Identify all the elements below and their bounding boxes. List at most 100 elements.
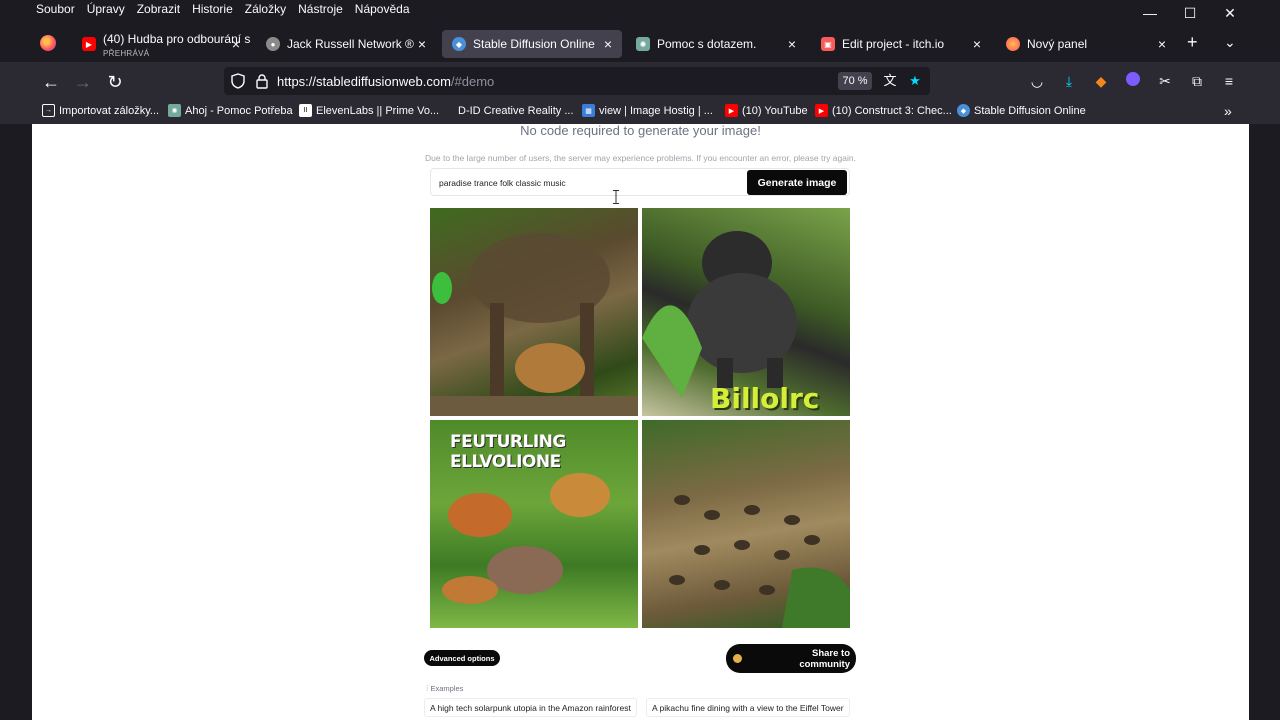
close-tab-icon[interactable]: × [784,36,800,52]
youtube-icon: ▶ [815,104,828,117]
image-2-text: Billolrc [710,382,820,415]
tab-playing-label: PŘEHRÁVÁ [103,49,150,58]
menu-file[interactable]: Soubor [36,2,75,16]
menu-help[interactable]: Nápověda [355,2,410,16]
prompt-input[interactable] [439,178,739,188]
tab-chatgpt[interactable]: ✺ Pomoc s dotazem. × [626,30,806,58]
share-label: Share to community [799,648,850,670]
tab-youtube-music[interactable]: ▶ (40) Hudba pro odbourání st PŘEHRÁVÁ × [72,30,250,58]
bookmark-label: (10) Construct 3: Chec... [832,104,952,117]
text-cursor-icon [613,190,619,204]
menu-edit[interactable]: Úpravy [87,2,125,16]
chatgpt-icon: ✺ [168,104,181,117]
close-window-button[interactable]: ✕ [1210,0,1250,26]
minimize-icon: — [1143,5,1157,21]
bookmark-image-host[interactable]: ▦ view | Image Hostig | ... [582,104,713,117]
bookmark-ahoj[interactable]: ✺ Ahoj - Pomoc Potřeba [168,104,293,117]
bookmark-did[interactable]: D-ID Creative Reality ... [441,104,574,117]
bookmark-import[interactable]: → Importovat záložky... [42,104,159,117]
menu-view[interactable]: Zobrazit [137,2,180,16]
left-margin [0,124,32,720]
bookmark-stable-diffusion[interactable]: ◆ Stable Diffusion Online [957,104,1086,117]
example-chip-1[interactable]: A high tech solarpunk utopia in the Amaz… [424,698,637,717]
bookmarks-bar: → Importovat záložky... ✺ Ahoj - Pomoc Pot… [0,100,1280,124]
close-tab-icon[interactable]: × [414,36,430,52]
menu-tools[interactable]: Nástroje [298,2,343,16]
bookmark-youtube[interactable]: ▶ (10) YouTube [725,104,808,117]
extensions-icon[interactable]: ⧉ [1188,72,1206,90]
translate-icon[interactable]: 文 [881,72,899,90]
bookmark-star-icon[interactable]: ★ [906,72,924,90]
elevenlabs-icon: II [299,104,312,117]
firefox-icon[interactable] [40,35,56,51]
generate-image-button[interactable]: Generate image [747,170,847,195]
navigation-bar: ← → ↻ https://stablediffusionweb.com/#de… [0,62,1280,100]
right-margin [1249,124,1280,720]
shield-icon[interactable] [231,73,245,89]
arrow-right-icon: → [74,71,92,92]
bookmark-construct3[interactable]: ▶ (10) Construct 3: Chec... [815,104,952,117]
advanced-options-button[interactable]: Advanced options [424,650,500,666]
bookmarks-overflow-icon[interactable]: » [1224,103,1232,119]
close-tab-icon[interactable]: × [1154,36,1170,52]
page-viewport: No code required to generate your image!… [32,124,1249,720]
bookmark-elevenlabs[interactable]: II ElevenLabs || Prime Vo... [299,104,439,117]
bookmark-label: D-ID Creative Reality ... [458,104,574,117]
bookmark-label: Stable Diffusion Online [974,104,1086,117]
maximize-button[interactable]: ☐ [1170,0,1210,26]
minimize-button[interactable]: — [1130,0,1170,26]
url-text[interactable]: https://stablediffusionweb.com/#demo [277,74,494,89]
pocket-icon[interactable]: ◡ [1028,72,1046,90]
bookmark-label: Ahoj - Pomoc Potřeba [185,104,293,117]
new-tab-button[interactable]: + [1187,32,1198,53]
close-tab-icon[interactable]: × [600,36,616,52]
generated-image-4[interactable] [642,420,850,628]
server-notice: Due to the large number of users, the se… [425,153,856,163]
chevron-down-icon: ⌄ [1224,34,1236,50]
close-icon: ✕ [1224,4,1236,21]
image-host-icon: ▦ [582,104,595,117]
close-tab-icon[interactable]: × [969,36,985,52]
back-button[interactable]: ← [39,70,63,94]
forward-button[interactable]: → [71,70,95,94]
tab-new[interactable]: Nový panel × [996,30,1176,58]
globe-icon: ● [266,37,280,51]
generated-image-3[interactable]: FEUTURLING ELLVOLIONE [430,420,638,628]
tab-jack-russell[interactable]: ● Jack Russell Network ® × [256,30,436,58]
stable-diffusion-icon: ◆ [957,104,970,117]
close-tab-icon[interactable]: × [228,36,244,52]
bookmark-label: Importovat záložky... [59,104,160,117]
screenshot-icon[interactable]: ✂ [1156,72,1174,90]
url-bar[interactable]: https://stablediffusionweb.com/#demo 70 … [224,67,930,95]
import-icon: → [42,104,55,117]
reload-icon: ↻ [107,71,123,92]
zoom-level[interactable]: 70 % [838,72,872,90]
generated-image-1[interactable] [430,208,638,416]
image-3-art [442,473,610,604]
stable-diffusion-icon: ◆ [452,37,466,51]
extension-purple-icon[interactable] [1124,72,1142,90]
lock-icon[interactable] [255,73,269,89]
tab-stable-diffusion[interactable]: ◆ Stable Diffusion Online × [442,30,622,58]
generated-image-2[interactable]: Billolrc [642,208,850,416]
url-hash: /#demo [450,74,495,89]
download-icon[interactable]: ⤓ [1060,72,1078,90]
examples-label: ⁝ Examples [426,684,463,693]
reload-button[interactable]: ↻ [103,70,127,94]
tab-strip: ▶ (40) Hudba pro odbourání st PŘEHRÁVÁ ×… [0,26,1280,62]
maximize-icon: ☐ [1183,4,1197,21]
tab-itchio[interactable]: ▣ Edit project - itch.io × [811,30,991,58]
metamask-icon[interactable]: ◆ [1092,72,1110,90]
youtube-icon: ▶ [82,37,96,51]
example-chip-2[interactable]: A pikachu fine dining with a view to the… [646,698,850,717]
youtube-icon: ▶ [725,104,738,117]
hamburger-menu-icon[interactable]: ≡ [1220,72,1238,90]
menu-bookmarks[interactable]: Záložky [245,2,286,16]
menu-history[interactable]: Historie [192,2,233,16]
share-to-community-button[interactable]: Share to community [726,644,856,673]
did-icon [441,104,454,117]
list-tabs-button[interactable]: ⌄ [1224,34,1236,51]
chatgpt-icon: ✺ [636,37,650,51]
itchio-icon: ▣ [821,37,835,51]
bookmark-label: (10) YouTube [742,104,808,117]
